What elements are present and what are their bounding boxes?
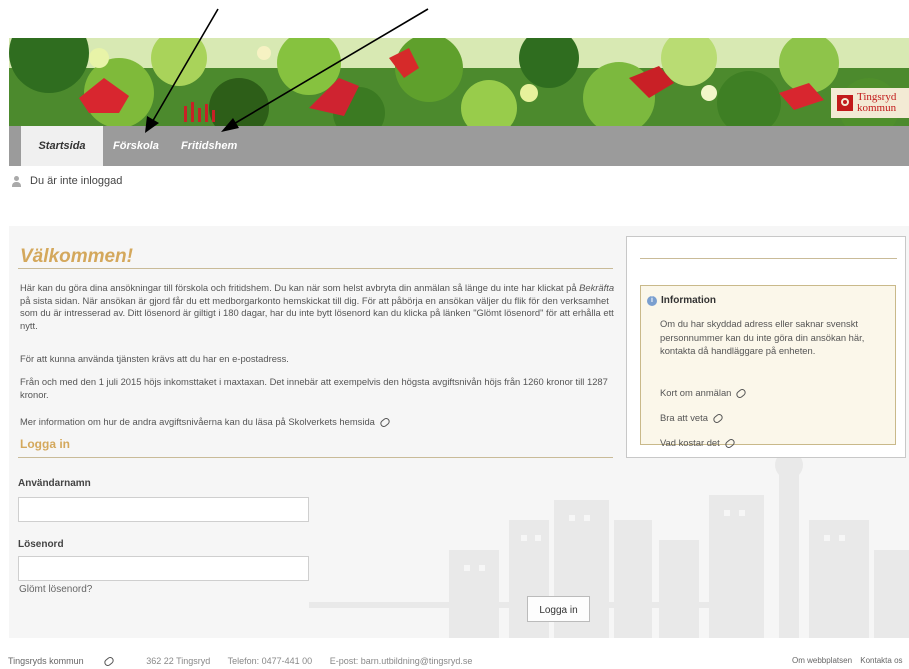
main-nav: Startsida Förskola Fritidshem	[9, 126, 909, 166]
information-header: i Information	[647, 295, 716, 306]
footer-org-link[interactable]: Tingsryds kommun	[8, 655, 129, 668]
footer-link-kontakta[interactable]: Kontakta os	[860, 656, 902, 665]
username-label: Användarnamn	[18, 478, 91, 489]
link-icon	[735, 387, 748, 400]
footer-phone: Telefon: 0477-441 00	[227, 656, 313, 666]
info-icon: i	[647, 295, 657, 306]
username-input[interactable]	[18, 497, 309, 522]
logo-text: Tingsryd kommun	[857, 91, 897, 114]
link-icon	[102, 655, 115, 668]
information-text: Om du har skyddad adress eller saknar sv…	[660, 318, 865, 356]
password-label: Lösenord	[18, 539, 64, 550]
login-divider	[18, 457, 613, 458]
sidebar-divider	[640, 258, 897, 259]
email-note: För att kunna använda tjänsten krävs att…	[20, 353, 289, 364]
footer-links: Om webbplatsen Kontakta os	[792, 656, 909, 665]
logo-emblem-icon	[837, 95, 853, 111]
title-divider	[18, 268, 613, 269]
login-status-text: Du är inte inloggad	[30, 175, 123, 187]
login-status: Du är inte inloggad	[11, 175, 122, 187]
forgot-password-link[interactable]: Glömt lösenord?	[19, 584, 92, 595]
skolverket-link[interactable]: Mer information om hur de andra avgiftsn…	[20, 416, 375, 427]
banner-illustration	[9, 38, 909, 126]
footer: Tingsryds kommun 362 22 Tingsryd Telefon…	[8, 655, 487, 668]
login-button[interactable]: Logga in	[527, 596, 590, 622]
information-box: i Information Om du har skyddad adress e…	[640, 285, 896, 450]
main-content: Välkommen! Här kan du göra dina ansöknin…	[9, 220, 909, 638]
information-title: Information	[661, 295, 716, 306]
link-icon	[378, 416, 391, 429]
info-link-kort-om-anmalan[interactable]: Kort om anmälan	[660, 387, 748, 400]
info-link-vad-kostar-det[interactable]: Vad kostar det	[660, 437, 736, 450]
intro-paragraph: Här kan du göra dina ansökningar till fö…	[20, 282, 615, 331]
link-icon	[723, 437, 736, 450]
more-info: Mer information om hur de andra avgiftsn…	[20, 416, 616, 429]
footer-email[interactable]: E-post: barn.utbildning@tingsryd.se	[330, 656, 473, 666]
tab-fritidshem[interactable]: Fritidshem	[181, 126, 237, 166]
link-icon	[711, 412, 725, 425]
sidebar-panel: i Information Om du har skyddad adress e…	[626, 236, 906, 458]
info-link-bra-att-veta[interactable]: Bra att veta	[660, 412, 725, 425]
header-banner: Tingsryd kommun	[9, 38, 909, 126]
fee-note: Från och med den 1 juli 2015 höjs inkoms…	[20, 376, 608, 400]
welcome-title: Välkommen!	[20, 246, 133, 267]
tab-startsida[interactable]: Startsida	[21, 126, 103, 166]
login-title: Logga in	[20, 437, 70, 451]
footer-address: 362 22 Tingsryd	[146, 656, 211, 666]
footer-link-om-webbplatsen[interactable]: Om webbplatsen	[792, 656, 852, 665]
user-icon	[11, 175, 21, 187]
password-input[interactable]	[18, 556, 309, 581]
tab-forskola[interactable]: Förskola	[113, 126, 159, 166]
municipality-logo[interactable]: Tingsryd kommun	[831, 88, 909, 118]
